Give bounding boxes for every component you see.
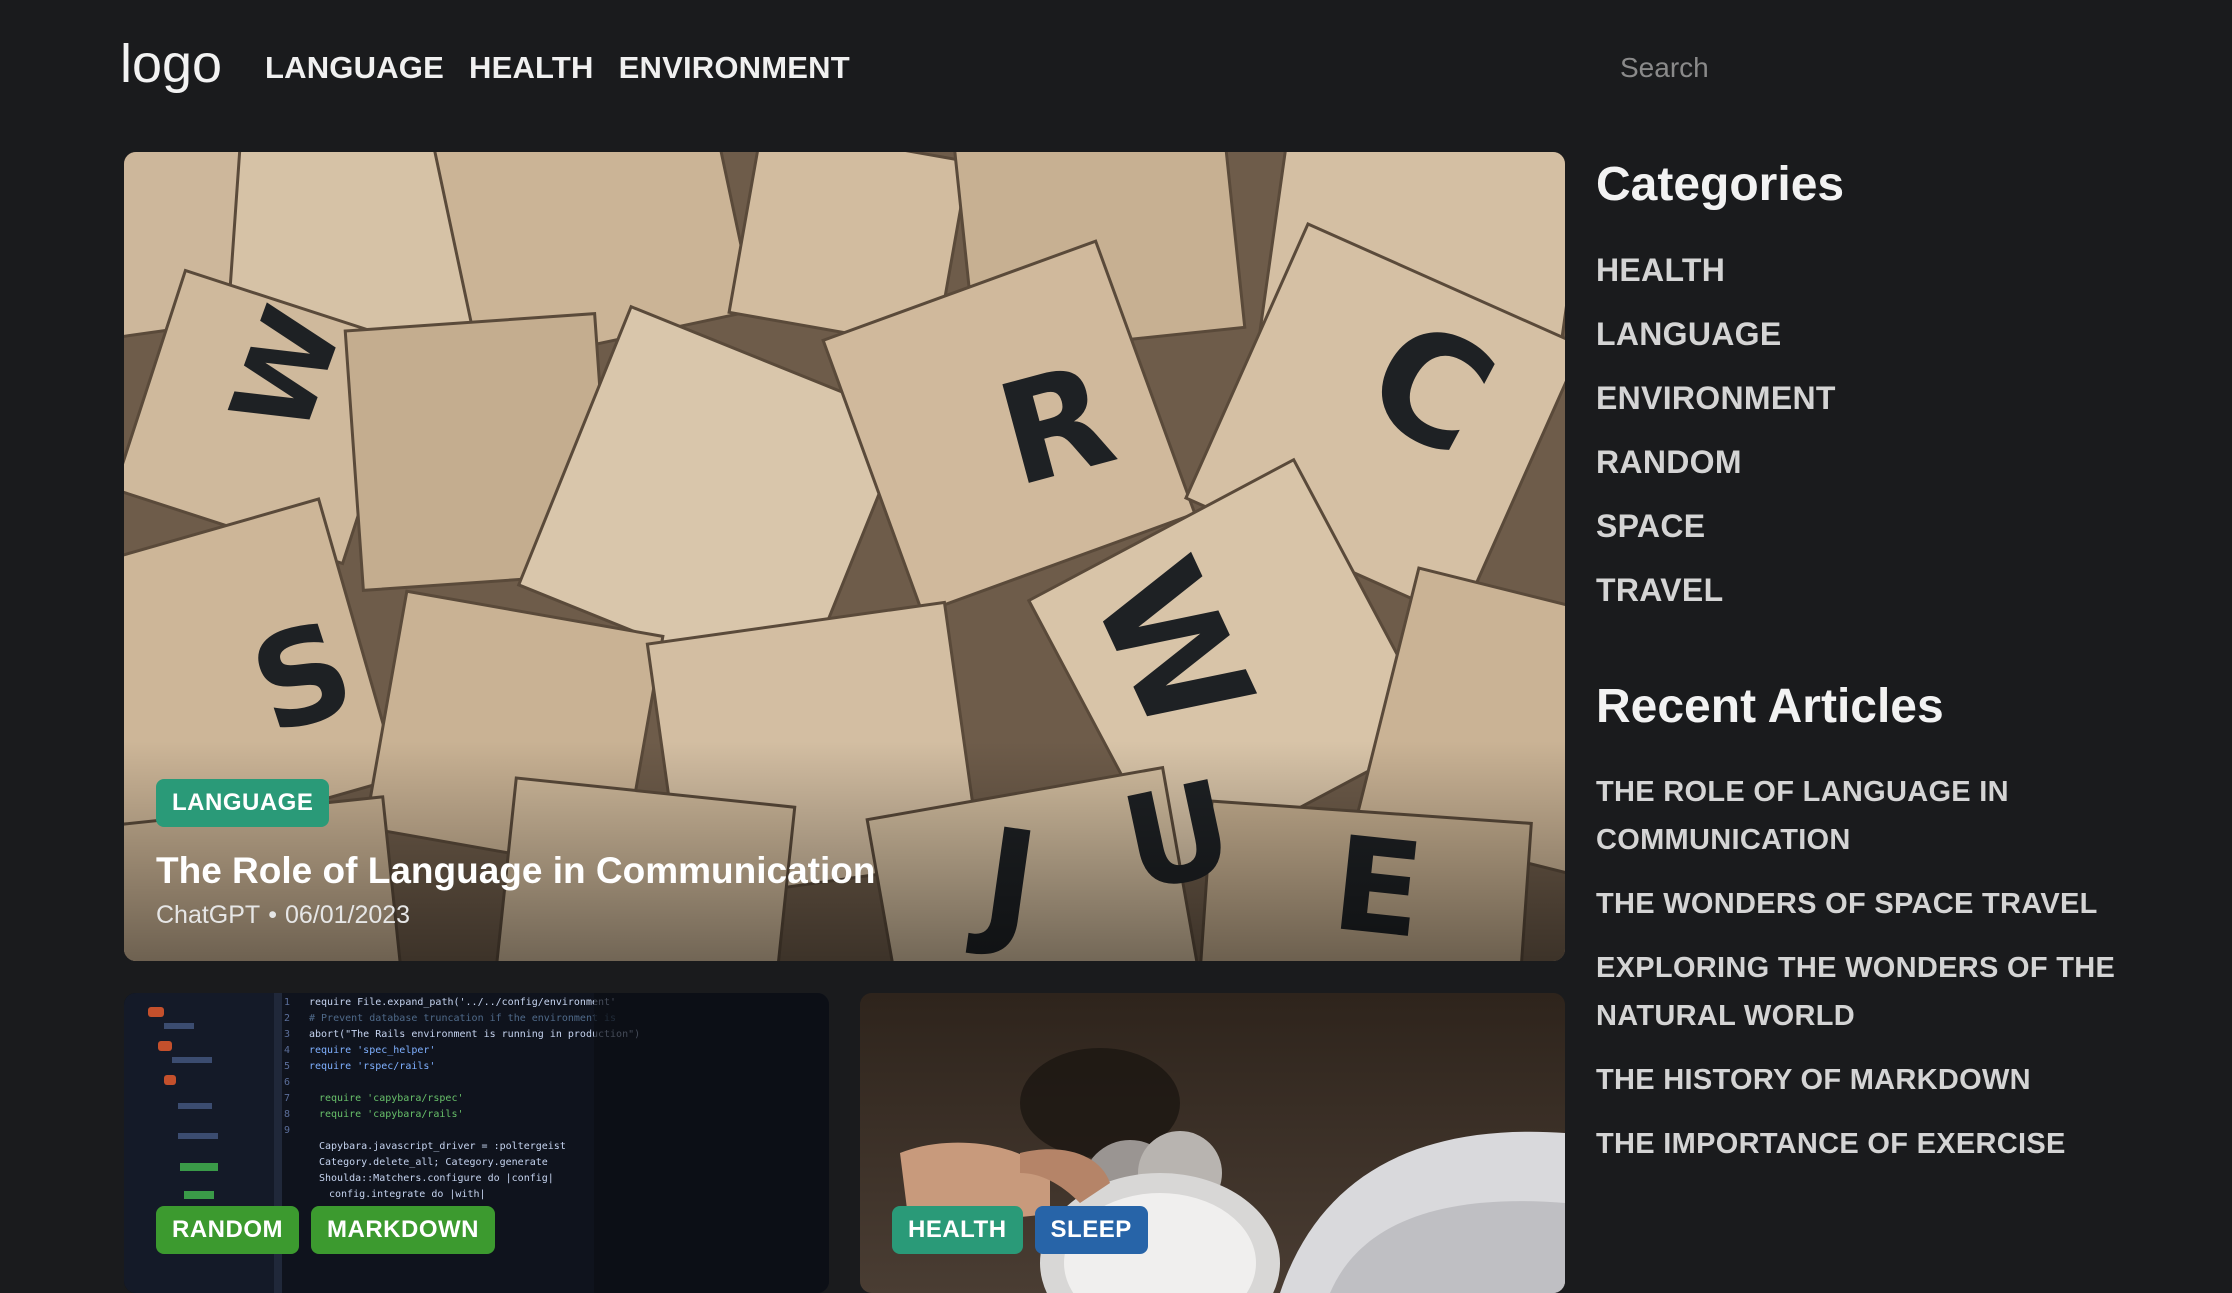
recent-article-link[interactable]: THE IMPORTANCE OF EXERCISE (1596, 1120, 2156, 1168)
svg-text:abort("The Rails environment i: abort("The Rails environment is running … (309, 1029, 640, 1040)
hero-author: ChatGPT (156, 901, 261, 929)
search-input[interactable] (1608, 42, 2128, 94)
svg-text:6: 6 (284, 1077, 290, 1088)
recent-articles-list: THE ROLE OF LANGUAGE IN COMMUNICATION TH… (1596, 768, 2156, 1168)
categories-list: HEALTH LANGUAGE ENVIRONMENT RANDOM SPACE… (1596, 238, 2156, 622)
svg-text:3: 3 (284, 1029, 290, 1040)
hero-tags: LANGUAGE (156, 779, 341, 827)
site-header: logo LANGUAGE HEALTH ENVIRONMENT (0, 0, 2232, 140)
recent-article-link[interactable]: EXPLORING THE WONDERS OF THE NATURAL WOR… (1596, 944, 2156, 1040)
main-nav: LANGUAGE HEALTH ENVIRONMENT (265, 48, 850, 88)
category-environment[interactable]: ENVIRONMENT (1596, 366, 2156, 430)
recent-articles-heading: Recent Articles (1596, 680, 1944, 733)
svg-text:2: 2 (284, 1013, 290, 1024)
tag-language[interactable]: LANGUAGE (156, 779, 330, 827)
svg-text:Capybara.javascript_driver = :: Capybara.javascript_driver = :poltergeis… (319, 1141, 566, 1152)
nav-link-health[interactable]: HEALTH (469, 48, 594, 88)
svg-text:require 'spec_helper': require 'spec_helper' (309, 1045, 435, 1056)
card-left-tags: RANDOM MARKDOWN (156, 1206, 507, 1254)
svg-text:9: 9 (284, 1125, 290, 1136)
site-logo[interactable]: logo (120, 34, 222, 94)
recent-article-link[interactable]: THE ROLE OF LANGUAGE IN COMMUNICATION (1596, 768, 2156, 864)
hero-meta: ChatGPT • 06/01/2023 (156, 897, 410, 933)
nav-link-language[interactable]: LANGUAGE (265, 48, 444, 88)
tag-sleep[interactable]: SLEEP (1034, 1206, 1148, 1254)
meta-separator: • (268, 901, 277, 929)
svg-text:require 'rspec/rails': require 'rspec/rails' (309, 1061, 435, 1072)
svg-text:require 'capybara/rails': require 'capybara/rails' (319, 1109, 464, 1120)
svg-text:1: 1 (284, 997, 290, 1008)
svg-text:7: 7 (284, 1093, 290, 1104)
nav-link-environment[interactable]: ENVIRONMENT (619, 48, 850, 88)
sidebar: Categories HEALTH LANGUAGE ENVIRONMENT R… (1596, 150, 2156, 1184)
svg-text:config.integrate do |with|: config.integrate do |with| (329, 1189, 486, 1200)
hero-date: 06/01/2023 (284, 901, 411, 929)
category-health[interactable]: HEALTH (1596, 238, 2156, 302)
article-card-sleep[interactable]: HEALTH SLEEP (860, 993, 1565, 1293)
category-space[interactable]: SPACE (1596, 494, 2156, 558)
tag-random[interactable]: RANDOM (156, 1206, 299, 1254)
svg-text:Shoulda::Matchers.configure do: Shoulda::Matchers.configure do |config| (319, 1173, 554, 1184)
featured-article-card[interactable]: W R C S W J U E LANGUAGE The Role of Lan… (124, 152, 1565, 961)
hero-title[interactable]: The Role of Language in Communication (156, 847, 875, 895)
recent-article-link[interactable]: THE HISTORY OF MARKDOWN (1596, 1056, 2156, 1104)
category-travel[interactable]: TRAVEL (1596, 558, 2156, 622)
svg-text:5: 5 (284, 1061, 290, 1072)
svg-text:require 'capybara/rspec': require 'capybara/rspec' (319, 1093, 464, 1104)
category-random[interactable]: RANDOM (1596, 430, 2156, 494)
tag-health[interactable]: HEALTH (892, 1206, 1023, 1254)
svg-text:Category.delete_all; Category.: Category.delete_all; Category.generate (319, 1157, 548, 1168)
tag-markdown[interactable]: MARKDOWN (311, 1206, 495, 1254)
card-right-tags: HEALTH SLEEP (892, 1206, 1160, 1254)
recent-article-link[interactable]: THE WONDERS OF SPACE TRAVEL (1596, 880, 2156, 928)
svg-text:4: 4 (284, 1045, 290, 1056)
svg-text:require File.expand_path('../.: require File.expand_path('../../config/e… (309, 997, 616, 1008)
category-language[interactable]: LANGUAGE (1596, 302, 2156, 366)
categories-heading: Categories (1596, 158, 1845, 211)
svg-text:8: 8 (284, 1109, 290, 1120)
article-card-markdown[interactable]: 1 2 3 4 5 6 7 8 9 require File.expand_path('..… (124, 993, 829, 1293)
svg-text:# Prevent database truncation: # Prevent database truncation if the env… (309, 1013, 616, 1024)
